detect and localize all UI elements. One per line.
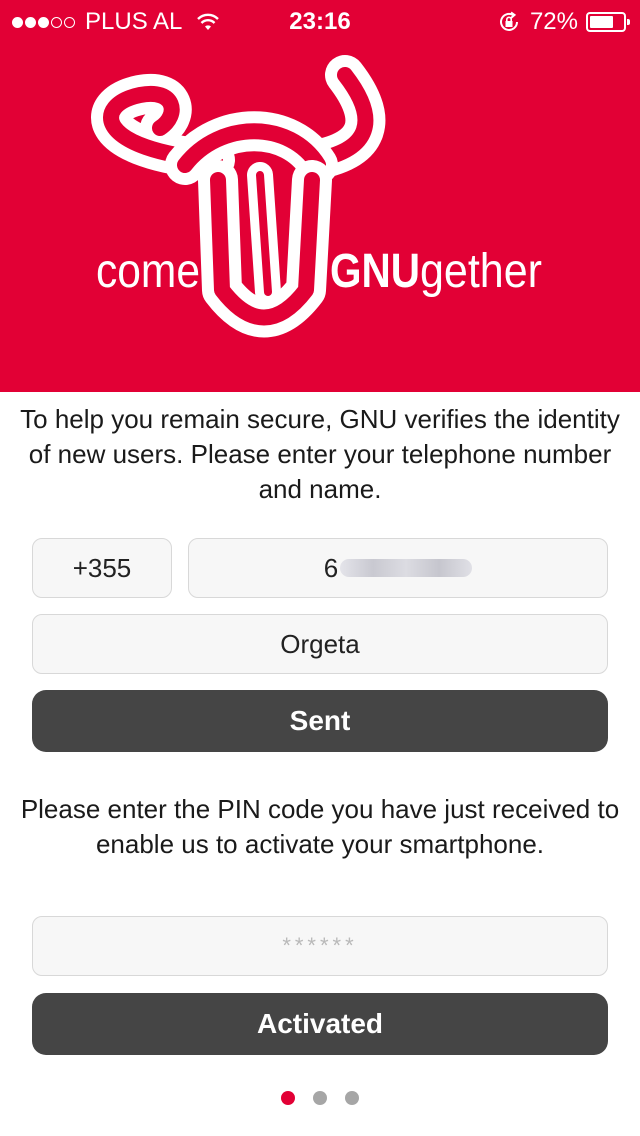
header-banner: PLUS AL 23:16 72% come GNU gether: [0, 0, 640, 392]
name-field[interactable]: Orgeta: [32, 614, 608, 674]
rotation-lock-icon: [499, 11, 518, 31]
name-value: Orgeta: [280, 628, 360, 659]
page-indicator: [0, 1091, 640, 1105]
activate-button-label: Activated: [256, 1008, 384, 1039]
battery-icon: [586, 12, 630, 32]
gnu-logo: come GNU gether: [91, 55, 542, 338]
country-code-field[interactable]: +355: [32, 538, 172, 598]
page-dot[interactable]: [281, 1091, 295, 1105]
pin-placeholder: ******: [282, 933, 358, 958]
pin-instructions: Please enter the PIN code you have just …: [20, 794, 620, 859]
phone-number-field[interactable]: 6: [188, 538, 608, 598]
send-button[interactable]: Sent: [32, 690, 608, 752]
send-button-label: Sent: [289, 705, 351, 736]
country-code-value: +355: [72, 552, 132, 583]
intro-text: To help you remain secure, GNU verifies …: [20, 404, 620, 504]
pin-input[interactable]: ******: [32, 916, 608, 976]
phone-number-value: 6: [323, 552, 339, 583]
page-dot[interactable]: [345, 1091, 359, 1105]
logo-text-gnu: GNU: [330, 245, 420, 298]
activate-button[interactable]: Activated: [32, 993, 608, 1055]
status-bar: PLUS AL 23:16 72%: [0, 0, 640, 40]
logo-text-gether: gether: [420, 245, 542, 298]
battery-percent: 72%: [529, 8, 578, 35]
logo-text-come: come: [96, 245, 200, 298]
redacted-digits: [340, 559, 473, 577]
page-dot[interactable]: [313, 1091, 327, 1105]
